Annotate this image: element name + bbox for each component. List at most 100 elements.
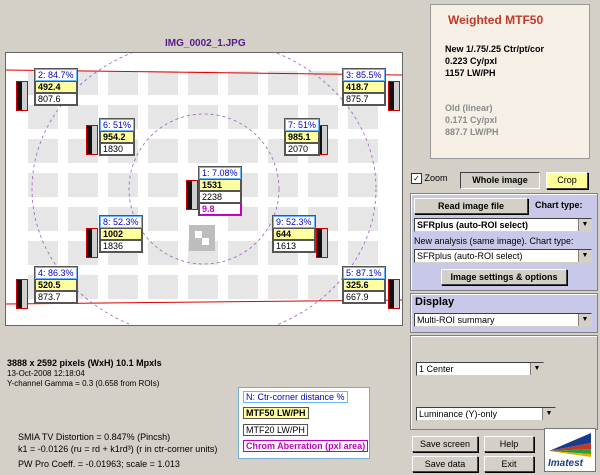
roi-mtf50: 520.5 (35, 279, 77, 291)
chevron-down-icon[interactable]: ▼ (542, 408, 555, 420)
roi-label: 3: 85.5% (343, 69, 385, 81)
chevron-down-icon[interactable]: ▼ (530, 363, 543, 375)
roi-label: 8: 52.3% (100, 216, 142, 228)
roi-4[interactable]: 4: 86.3% 520.5 873.7 (34, 266, 78, 304)
image-title: IMG_0002_1.JPG (165, 38, 246, 49)
roi-mtf50: 1002 (100, 228, 142, 240)
region-value: 1 Center (419, 364, 454, 374)
pw-pro-info: PW Pro Coeff. = -0.01963; scale = 1.013 (18, 459, 180, 469)
channel-select[interactable]: Luminance (Y)-only ▼ (416, 407, 556, 421)
chevron-down-icon[interactable]: ▼ (578, 314, 591, 326)
roi-label: 9: 52.3% (273, 216, 315, 228)
weighted-new-cy: 0.223 Cy/pxl (445, 56, 498, 66)
region-group: 1 Center ▼ Luminance (Y)-only ▼ (410, 335, 598, 430)
roi-1[interactable]: 1: 7.08% 1531 2238 9.8 (198, 166, 242, 216)
weighted-new-lw: 1157 LW/PH (445, 68, 496, 78)
analysis-group: Read image file Chart type: SFRplus (aut… (410, 193, 598, 291)
roi-mtf50: 644 (273, 228, 315, 240)
roi-9[interactable]: 9: 52.3% 644 1613 (272, 215, 316, 253)
roi-patch (186, 180, 198, 210)
weighted-mtf-title: Weighted MTF50 (448, 13, 544, 27)
roi-3[interactable]: 3: 85.5% 418.7 875.7 (342, 68, 386, 106)
imatest-logo: Imatest (544, 428, 596, 472)
chevron-down-icon[interactable]: ▼ (578, 219, 591, 231)
new-analysis-label: New analysis (same image). Chart type: (414, 236, 574, 246)
legend-chrom-aberration: Chrom Aberration (pxl area) (243, 440, 369, 452)
roi-5[interactable]: 5: 87.1% 325.6 667.9 (342, 266, 386, 304)
roi-7[interactable]: 7: 51% 985.1 2070 (284, 118, 321, 156)
roi-mtf50: 985.1 (285, 131, 320, 143)
new-analysis-value: SFRplus (auto-ROI select) (417, 251, 523, 261)
roi-label: 2: 84.7% (35, 69, 77, 81)
legend-box: N: Ctr-corner distance % MTF50 LW/PH MTF… (238, 387, 370, 459)
new-analysis-select[interactable]: SFRplus (auto-ROI select) ▼ (414, 249, 592, 263)
display-group: Display Multi-ROI summary ▼ (410, 293, 598, 333)
roi-patch (16, 81, 28, 111)
roi-mtf20: 2070 (285, 143, 320, 155)
weighted-old-cy: 0.171 Cy/pxl (445, 115, 498, 125)
channel-value: Luminance (Y)-only (419, 409, 498, 419)
roi-mtf50: 492.4 (35, 81, 77, 93)
display-title: Display (415, 296, 455, 308)
roi-label: 6: 51% (100, 119, 135, 131)
roi-patch (388, 81, 400, 111)
roi-patch (316, 228, 328, 258)
legend-mtf50: MTF50 LW/PH (243, 407, 309, 419)
image-settings-button[interactable]: Image settings & options (441, 269, 567, 285)
roi-mtf20: 1836 (100, 240, 142, 252)
zoom-label: Zoom (424, 173, 448, 183)
roi-patch (388, 279, 400, 309)
roi-mtf20: 807.6 (35, 93, 77, 105)
help-button[interactable]: Help (484, 436, 534, 452)
distortion-info: SMIA TV Distortion = 0.847% (Pincsh) (18, 432, 171, 442)
save-screen-button[interactable]: Save screen (412, 436, 478, 452)
roi-chart: 2: 84.7% 492.4 807.6 3: 85.5% 418.7 875.… (5, 52, 403, 326)
roi-8[interactable]: 8: 52.3% 1002 1836 (99, 215, 143, 253)
read-image-file-button[interactable]: Read image file (414, 198, 528, 214)
roi-label: 5: 87.1% (343, 267, 385, 279)
weighted-old-lw: 887.7 LW/PH (445, 127, 499, 137)
channel-gamma-info: Y-channel Gamma = 0.3 (0.658 from ROIs) (7, 379, 160, 388)
chart-type-select[interactable]: SFRplus (auto-ROI select) ▼ (414, 218, 592, 232)
exit-button[interactable]: Exit (484, 456, 534, 472)
roi-chromatic-aberration: 9.8 (199, 203, 241, 215)
roi-6[interactable]: 6: 51% 954.2 1830 (99, 118, 136, 156)
chart-type-label: Chart type: (535, 200, 583, 210)
roi-mtf20: 1613 (273, 240, 315, 252)
save-data-button[interactable]: Save data (412, 456, 478, 472)
legend-distance: N: Ctr-corner distance % (243, 391, 348, 403)
roi-label: 7: 51% (285, 119, 320, 131)
roi-label: 4: 86.3% (35, 267, 77, 279)
legend-mtf20: MTF20 LW/PH (243, 424, 308, 436)
analysis-date: 13-Oct-2008 12:18:04 (7, 369, 85, 378)
roi-mtf20: 667.9 (343, 291, 385, 303)
chevron-down-icon[interactable]: ▼ (578, 250, 591, 262)
region-select[interactable]: 1 Center ▼ (416, 362, 544, 376)
whole-image-button[interactable]: Whole image (460, 172, 540, 189)
roi-mtf20: 2238 (199, 191, 241, 203)
image-size-info: 3888 x 2592 pixels (WxH) 10.1 Mpxls (7, 358, 162, 368)
weighted-old-label: Old (linear) (445, 103, 493, 113)
roi-label: 1: 7.08% (199, 167, 241, 179)
display-select[interactable]: Multi-ROI summary ▼ (414, 313, 592, 327)
roi-patch (86, 125, 98, 155)
zoom-checkbox[interactable]: ✓ (411, 173, 422, 185)
roi-patch (86, 228, 98, 258)
roi-mtf50: 325.6 (343, 279, 385, 291)
roi-mtf50: 1531 (199, 179, 241, 191)
imatest-logo-text: Imatest (548, 458, 584, 469)
weighted-new-label: New 1/.75/.25 Ctr/pt/cor (445, 44, 545, 54)
roi-2[interactable]: 2: 84.7% 492.4 807.6 (34, 68, 78, 106)
weighted-mtf-panel: Weighted MTF50 New 1/.75/.25 Ctr/pt/cor … (430, 4, 590, 159)
roi-mtf20: 875.7 (343, 93, 385, 105)
crop-button[interactable]: Crop (546, 172, 588, 189)
roi-mtf20: 873.7 (35, 291, 77, 303)
roi-patch (16, 279, 28, 309)
roi-mtf20: 1830 (100, 143, 135, 155)
roi-mtf50: 954.2 (100, 131, 135, 143)
k1-info: k1 = -0.0126 (ru = rd + k1rd³) (r in ctr… (18, 444, 218, 454)
zoom-checkbox-row[interactable]: ✓ Zoom (411, 173, 448, 185)
roi-mtf50: 418.7 (343, 81, 385, 93)
chart-type-value: SFRplus (auto-ROI select) (417, 220, 529, 230)
display-value: Multi-ROI summary (417, 315, 495, 325)
